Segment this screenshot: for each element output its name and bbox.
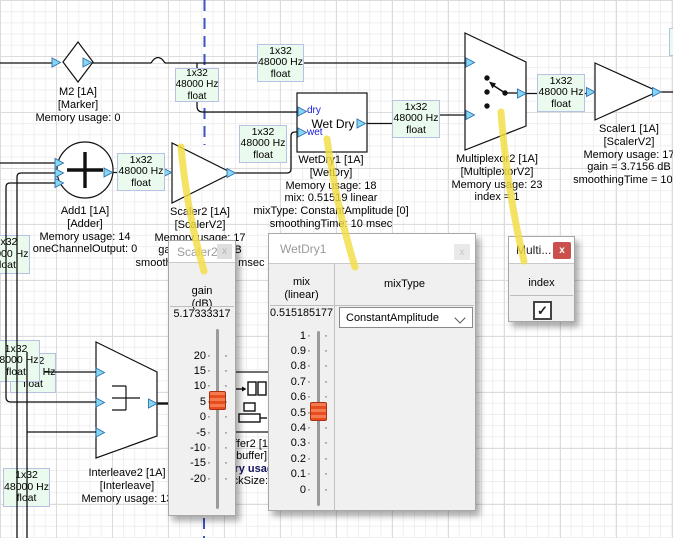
separator	[270, 305, 474, 306]
index-checkbox[interactable]: ✓	[533, 301, 552, 320]
slider-tick: 0.1··	[270, 467, 329, 482]
slider-tick: -10··	[170, 440, 229, 455]
slider-tick: 0.7··	[270, 374, 329, 389]
wetdry1-slider-handle[interactable]	[310, 402, 327, 421]
wire	[17, 173, 55, 538]
mixtype-dropdown[interactable]: ConstantAmplitude	[339, 307, 473, 328]
slider-tick: 0··	[270, 482, 329, 497]
slider-tick: 0.9··	[270, 343, 329, 358]
scaler2-param-panel[interactable]: Scaler2 x gain(dB) 5.17333317 20··15··10…	[168, 240, 236, 516]
chevron-down-icon	[454, 312, 465, 323]
scaler2-panel-titlebar[interactable]: Scaler2 x	[169, 241, 235, 263]
slider-tick: 0.8··	[270, 359, 329, 374]
close-icon[interactable]: x	[553, 242, 571, 259]
slider-tick: -5··	[170, 425, 229, 440]
column-divider	[334, 263, 335, 510]
wetdry1-param-panel[interactable]: WetDry1 x mix(linear) mixType 0.51518517…	[268, 233, 476, 511]
wetdry1-mix-value[interactable]: 0.515185177	[269, 307, 334, 319]
scaler2-slider-handle[interactable]	[209, 391, 226, 410]
multi-index-header: index	[509, 277, 574, 290]
slider-tick: -20··	[170, 471, 229, 486]
close-icon[interactable]: x	[454, 244, 470, 260]
separator	[170, 306, 234, 307]
mixtype-dropdown-value: ConstantAmplitude	[346, 312, 439, 324]
multiplexor-param-panel[interactable]: Multi... x index ✓	[508, 236, 575, 322]
wetdry1-mixtype-header: mixType	[334, 278, 475, 291]
scaler2-slider-scale: 20··15··10··5··0··-5··-10··-15··-20··	[170, 348, 229, 487]
slider-tick: 0··	[170, 410, 229, 425]
multi-panel-titlebar[interactable]: Multi... x	[509, 237, 574, 264]
slider-tick: 20··	[170, 348, 229, 363]
scaler2-gain-value[interactable]: 5.17333317	[169, 308, 235, 320]
patch-canvas[interactable]: 1x3248000 Hzfloat 1x3248000 Hzfloat 1x32…	[0, 0, 673, 538]
slider-tick: 15··	[170, 363, 229, 378]
wire	[6, 183, 96, 402]
scaler2-panel-title: Scaler2	[177, 245, 218, 259]
slider-tick: 0.2··	[270, 451, 329, 466]
wetdry1-panel-titlebar[interactable]: WetDry1 x	[269, 234, 475, 264]
wetdry1-mix-header: mix(linear)	[269, 276, 334, 301]
multi-panel-title: Multi...	[516, 243, 551, 257]
slider-tick: 0.4··	[270, 420, 329, 435]
wetdry1-panel-title: WetDry1	[280, 242, 326, 256]
close-icon[interactable]: x	[217, 244, 232, 259]
slider-tick: -15··	[170, 456, 229, 471]
slider-tick: 1··	[270, 328, 329, 343]
separator	[510, 295, 573, 296]
slider-tick: 0.3··	[270, 436, 329, 451]
